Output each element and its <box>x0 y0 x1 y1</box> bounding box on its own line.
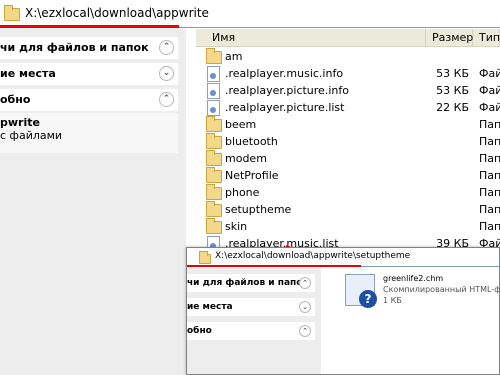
folder-icon <box>206 201 222 218</box>
help-icon: ? <box>359 290 377 308</box>
file-row[interactable]: skin Папк <box>196 218 500 236</box>
overlay-file-name: greenlife2.chm <box>383 274 444 283</box>
tasks-section-title: чи для файлов и папок <box>0 41 149 54</box>
collapse-chevron-icon[interactable]: ⌃ <box>159 40 174 55</box>
overlay-file-size: 1 КБ <box>383 296 402 305</box>
file-name: .realplayer.picture.list <box>225 101 345 114</box>
folder-icon <box>206 184 222 201</box>
collapse-chevron-icon[interactable]: ⌃ <box>299 325 311 337</box>
file-type: Папк <box>479 220 500 233</box>
file-name: bluetooth <box>225 135 278 148</box>
file-name: beem <box>225 118 257 131</box>
folder-icon <box>206 167 222 184</box>
file-row[interactable]: setuptheme Папк <box>196 201 500 219</box>
red-underline <box>0 25 179 28</box>
overlay-details-header[interactable]: обно ⌃ <box>187 322 315 340</box>
overlay-places-title: ие места <box>187 302 233 312</box>
file-icon <box>206 66 222 82</box>
file-row[interactable]: .realplayer.music.info 53 КБ Файл <box>196 65 500 83</box>
overlay-file-item[interactable]: ? greenlife2.chm Скомпилированный HTML-ф… <box>345 274 500 324</box>
details-subtitle: с файлами <box>0 129 63 142</box>
folder-icon <box>206 218 222 235</box>
file-size: 53 КБ <box>436 84 469 97</box>
overlay-window: X:\ezxlocal\download\appwrite\setuptheme… <box>186 247 500 375</box>
file-name: phone <box>225 186 260 199</box>
details-section-header[interactable]: обно ⌃ <box>0 89 178 111</box>
folder-icon <box>199 251 211 264</box>
column-type[interactable]: Тип <box>473 29 500 47</box>
file-icon <box>206 100 222 116</box>
column-headers: Имя Размер Тип <box>196 29 500 47</box>
file-icon <box>206 83 222 99</box>
file-type: Файл <box>479 101 500 114</box>
expand-chevron-icon[interactable]: ⌄ <box>159 66 174 81</box>
folder-icon <box>206 116 222 133</box>
file-type: Папк <box>479 152 500 165</box>
task-pane: чи для файлов и папок ⌃ ие места ⌄ обно … <box>0 29 186 375</box>
address-bar[interactable]: X:\ezxlocal\download\appwrite <box>0 0 500 28</box>
column-size[interactable]: Размер <box>426 29 473 47</box>
folder-icon <box>4 5 20 21</box>
file-size: 53 КБ <box>436 67 469 80</box>
file-type: Папк <box>479 118 500 131</box>
collapse-chevron-icon[interactable]: ⌃ <box>159 92 174 107</box>
overlay-places-header[interactable]: ие места ⌄ <box>187 298 315 316</box>
file-row[interactable]: .realplayer.picture.list 22 КБ Файл <box>196 99 500 117</box>
file-name: modem <box>225 152 267 165</box>
file-row[interactable]: am <box>196 48 500 66</box>
places-section-header[interactable]: ие места ⌄ <box>0 63 178 85</box>
details-panel: pwrite с файлами <box>0 113 178 153</box>
file-type: Папк <box>479 203 500 216</box>
file-name: setuptheme <box>225 203 292 216</box>
file-type: Папк <box>479 169 500 182</box>
file-name: skin <box>225 220 248 233</box>
address-path[interactable]: X:\ezxlocal\download\appwrite <box>25 6 209 20</box>
folder-icon <box>206 150 222 167</box>
file-name: .realplayer.picture.info <box>225 84 349 97</box>
file-size: 22 КБ <box>436 101 469 114</box>
file-type: Папк <box>479 186 500 199</box>
file-type: Файл <box>479 67 500 80</box>
file-name: .realplayer.music.info <box>225 67 344 80</box>
file-name: NetProfile <box>225 169 279 182</box>
expand-chevron-icon[interactable]: ⌄ <box>299 301 311 313</box>
overlay-red-underline <box>187 265 361 267</box>
file-row[interactable]: beem Папк <box>196 116 500 134</box>
overlay-tasks-title: чи для файлов и папок <box>187 278 309 288</box>
tasks-section-header[interactable]: чи для файлов и папок ⌃ <box>0 37 178 59</box>
column-name[interactable]: Имя <box>206 29 426 47</box>
file-row[interactable]: modem Папк <box>196 150 500 168</box>
file-row[interactable]: phone Папк <box>196 184 500 202</box>
overlay-task-pane: чи для файлов и папок ⌃ ие места ⌄ обно … <box>187 268 321 374</box>
file-row[interactable]: bluetooth Папк <box>196 133 500 151</box>
file-row[interactable]: .realplayer.picture.info 53 КБ Файл <box>196 82 500 100</box>
overlay-details-title: обно <box>187 326 212 336</box>
details-name: pwrite <box>0 116 40 129</box>
overlay-address-path[interactable]: X:\ezxlocal\download\appwrite\setuptheme <box>215 251 410 261</box>
overlay-tasks-header[interactable]: чи для файлов и папок ⌃ <box>187 274 315 292</box>
file-name: am <box>225 50 243 63</box>
overlay-address-bar[interactable]: X:\ezxlocal\download\appwrite\setuptheme <box>187 248 499 267</box>
overlay-file-desc: Скомпилированный HTML-фа... <box>383 285 500 294</box>
details-section-title: обно <box>0 93 31 106</box>
file-type: Файл <box>479 84 500 97</box>
file-type: Папк <box>479 135 500 148</box>
folder-icon <box>206 48 222 65</box>
folder-icon <box>206 133 222 150</box>
collapse-chevron-icon[interactable]: ⌃ <box>299 277 311 289</box>
places-section-title: ие места <box>0 67 56 80</box>
file-row[interactable]: NetProfile Папк <box>196 167 500 185</box>
